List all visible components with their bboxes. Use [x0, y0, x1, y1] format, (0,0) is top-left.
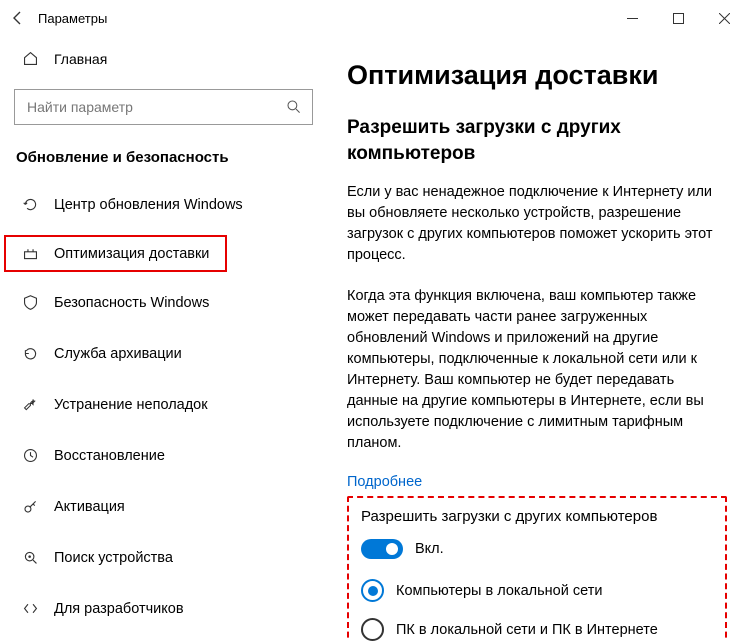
home-icon: [22, 50, 44, 67]
wrench-icon: [22, 396, 44, 413]
sidebar-item-label: Центр обновления Windows: [54, 197, 243, 213]
home-label: Главная: [54, 51, 107, 67]
backup-icon: [22, 345, 44, 362]
search-input[interactable]: [25, 98, 286, 116]
sidebar-item-label: Поиск устройства: [54, 550, 173, 566]
toggle-label: Вкл.: [415, 541, 444, 557]
radio-label: Компьютеры в локальной сети: [396, 583, 602, 599]
title-bar: Параметры: [0, 0, 747, 36]
recovery-icon: [22, 447, 44, 464]
radio-option-internet[interactable]: ПК в локальной сети и ПК в Интернете: [361, 618, 713, 641]
back-button[interactable]: [10, 10, 38, 26]
window-title: Параметры: [38, 11, 107, 26]
sidebar-item-label: Устранение неполадок: [54, 397, 208, 413]
sidebar-item-activation[interactable]: Активация: [0, 486, 327, 527]
toggle-row: Вкл.: [361, 539, 713, 559]
sidebar-item-windows-update[interactable]: Центр обновления Windows: [0, 184, 327, 225]
sidebar-item-label: Активация: [54, 499, 125, 515]
delivery-icon: [22, 245, 44, 262]
radio-label: ПК в локальной сети и ПК в Интернете: [396, 622, 658, 638]
sidebar-item-label: Служба архивации: [54, 346, 182, 362]
minimize-button[interactable]: [609, 2, 655, 34]
maximize-button[interactable]: [655, 2, 701, 34]
sidebar-item-delivery-optimization[interactable]: Оптимизация доставки: [4, 235, 227, 272]
sidebar-item-recovery[interactable]: Восстановление: [0, 435, 327, 476]
shield-icon: [22, 294, 44, 311]
close-button[interactable]: [701, 2, 747, 34]
home-link[interactable]: Главная: [0, 36, 327, 81]
key-icon: [22, 498, 44, 515]
code-icon: [22, 600, 44, 617]
category-heading: Обновление и безопасность: [0, 143, 327, 184]
sidebar: Главная Обновление и безопасность Центр …: [0, 36, 327, 641]
sidebar-item-troubleshoot[interactable]: Устранение неполадок: [0, 384, 327, 425]
description-2: Когда эта функция включена, ваш компьюте…: [347, 286, 727, 454]
radio-icon: [361, 618, 384, 641]
search-icon: [286, 99, 302, 115]
search-box[interactable]: [14, 89, 313, 125]
sidebar-item-label: Безопасность Windows: [54, 295, 209, 311]
sidebar-item-label: Оптимизация доставки: [54, 246, 209, 262]
allow-downloads-toggle[interactable]: [361, 539, 403, 559]
location-icon: [22, 549, 44, 566]
sidebar-item-label: Для разработчиков: [54, 601, 184, 617]
option-group-title: Разрешить загрузки с других компьютеров: [361, 508, 713, 525]
sidebar-item-windows-security[interactable]: Безопасность Windows: [0, 282, 327, 323]
page-title: Оптимизация доставки: [347, 60, 727, 91]
window-controls: [609, 2, 747, 34]
toggle-knob: [386, 543, 398, 555]
description-1: Если у вас ненадежное подключение к Инте…: [347, 182, 727, 266]
learn-more-link[interactable]: Подробнее: [347, 474, 727, 490]
content-pane: Оптимизация доставки Разрешить загрузки …: [327, 36, 747, 641]
sidebar-item-developers[interactable]: Для разработчиков: [0, 588, 327, 629]
sidebar-item-label: Восстановление: [54, 448, 165, 464]
section-title: Разрешить загрузки с других компьютеров: [347, 115, 727, 166]
radio-icon: [361, 579, 384, 602]
sidebar-item-find-device[interactable]: Поиск устройства: [0, 537, 327, 578]
sidebar-item-backup[interactable]: Служба архивации: [0, 333, 327, 374]
sync-icon: [22, 196, 44, 213]
radio-option-local[interactable]: Компьютеры в локальной сети: [361, 579, 713, 602]
option-group: Разрешить загрузки с других компьютеров …: [347, 496, 727, 641]
